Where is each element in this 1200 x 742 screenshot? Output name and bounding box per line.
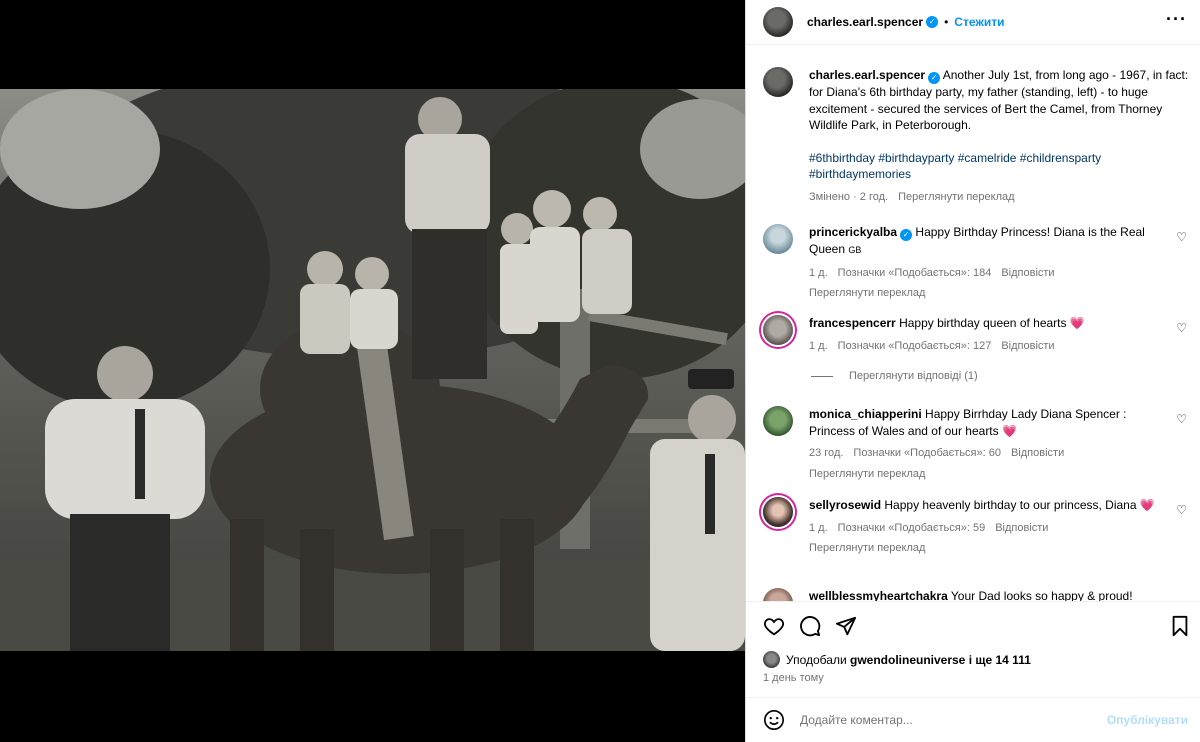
comment-like-heart-icon[interactable]: ♡ (1176, 230, 1187, 244)
pink-heart-emoji: 💗 (1002, 423, 1017, 438)
see-translation-link[interactable]: Переглянути переклад (898, 189, 1014, 206)
photo-illustration (0, 89, 745, 651)
edited-label: Змінено · 2 год. (809, 190, 889, 203)
commenter-username[interactable]: sellyrosewid (809, 498, 881, 512)
post-timestamp[interactable]: 1 день тому (763, 672, 824, 684)
comment-likes[interactable]: Позначки «Подобається»: 184 (838, 265, 992, 282)
more-horizontal-icon[interactable]: ··· (1166, 10, 1187, 28)
author-username[interactable]: charles.earl.spencer (807, 15, 923, 29)
liker-avatar[interactable] (763, 651, 780, 668)
post-header: charles.earl.spencer ✓ • Стежити ··· (746, 0, 1200, 45)
comment-like-heart-icon[interactable]: ♡ (1176, 503, 1187, 517)
commenter-avatar[interactable] (763, 588, 793, 601)
commenter-avatar[interactable] (763, 497, 793, 527)
verified-badge-icon: ✓ (926, 16, 939, 28)
comment-item: francespencerr Happy birthday queen of h… (763, 315, 1193, 354)
commenter-avatar[interactable] (763, 315, 793, 345)
separator-dot: • (944, 15, 949, 29)
post-side-panel: charles.earl.spencer ✓ • Стежити ··· cha… (745, 0, 1200, 742)
comment-icon[interactable] (798, 614, 822, 638)
reply-button[interactable]: Відповісти (1011, 445, 1064, 462)
pink-heart-emoji: 💗 (1069, 316, 1085, 330)
commenter-avatar[interactable] (763, 224, 793, 254)
comment-likes[interactable]: Позначки «Подобається»: 127 (838, 338, 992, 355)
add-comment-bar: Опублікувати (746, 697, 1200, 742)
post-media[interactable] (0, 0, 745, 742)
verified-badge-icon: ✓ (928, 72, 941, 84)
commenter-avatar[interactable] (763, 406, 793, 436)
comment-item: wellblessmyheartchakra Your Dad looks so… (763, 588, 1193, 601)
likes-summary: Уподобали gwendolineuniverse і ще 14 111 (763, 651, 1031, 668)
caption-username[interactable]: charles.earl.spencer (809, 68, 925, 82)
reply-button[interactable]: Відповісти (1001, 265, 1054, 282)
post-photo[interactable] (0, 89, 745, 651)
see-translation-link[interactable]: Переглянути переклад (809, 466, 1169, 483)
comment-item: princerickyalba ✓ Happy Birthday Princess… (763, 224, 1193, 302)
commenter-username[interactable]: wellblessmyheartchakra (809, 589, 948, 601)
see-translation-link[interactable]: Переглянути переклад (809, 540, 1169, 557)
caption-block: charles.earl.spencer ✓ Another July 1st, … (763, 67, 1193, 205)
comment-item: monica_chiapperini Happy Birrhday Lady D… (763, 406, 1193, 482)
comment-time: 1 д. (809, 521, 828, 534)
pink-heart-emoji: 💗 (1139, 498, 1155, 512)
liker-username[interactable]: gwendolineuniverse (850, 653, 965, 667)
author-avatar-small[interactable] (763, 67, 793, 97)
follow-button[interactable]: Стежити (954, 15, 1004, 29)
post-comment-button[interactable]: Опублікувати (1107, 713, 1188, 727)
action-bar (746, 601, 1200, 647)
see-translation-link[interactable]: Переглянути переклад (809, 285, 1169, 302)
comment-text: Happy heavenly birthday to our princess,… (884, 498, 1137, 512)
comment-like-heart-icon[interactable]: ♡ (1176, 412, 1187, 426)
heart-icon[interactable] (762, 614, 786, 638)
comment-item: sellyrosewid Happy heavenly birthday to … (763, 497, 1193, 557)
smiley-icon[interactable] (762, 708, 786, 732)
comment-text: Happy birthday queen of hearts (899, 316, 1067, 330)
comment-likes[interactable]: Позначки «Подобається»: 59 (838, 520, 986, 537)
reply-button[interactable]: Відповісти (995, 520, 1048, 537)
verified-badge-icon: ✓ (900, 229, 913, 241)
view-replies-label[interactable]: Переглянути відповіді (1) (849, 370, 978, 382)
comment-like-heart-icon[interactable]: ♡ (1176, 321, 1187, 335)
comment-time: 23 год. (809, 447, 844, 459)
reply-button[interactable]: Відповісти (1001, 338, 1054, 355)
view-replies-button[interactable]: Переглянути відповіді (1) (811, 370, 978, 382)
comment-time: 1 д. (809, 339, 828, 352)
comment-text: Your Dad looks so happy & proud! (950, 589, 1133, 601)
likes-prefix: Уподобали (786, 652, 847, 667)
comment-likes[interactable]: Позначки «Подобається»: 60 (853, 445, 1001, 462)
flag-emoji: GB (848, 245, 862, 255)
commenter-username[interactable]: monica_chiapperini (809, 407, 922, 421)
comment-input[interactable] (800, 713, 1090, 727)
comments-scroll[interactable]: charles.earl.spencer ✓ Another July 1st, … (746, 52, 1200, 601)
comment-time: 1 д. (809, 266, 828, 279)
send-icon[interactable] (834, 614, 858, 638)
bookmark-icon[interactable] (1168, 614, 1192, 638)
caption-hashtags[interactable]: #6thbirthday #birthdayparty #camelride #… (809, 150, 1193, 183)
commenter-username[interactable]: princerickyalba (809, 225, 897, 239)
author-avatar[interactable] (763, 7, 793, 37)
replies-divider-line (811, 375, 833, 377)
commenter-username[interactable]: francespencerr (809, 316, 896, 330)
likes-count[interactable]: і ще 14 111 (969, 653, 1031, 667)
